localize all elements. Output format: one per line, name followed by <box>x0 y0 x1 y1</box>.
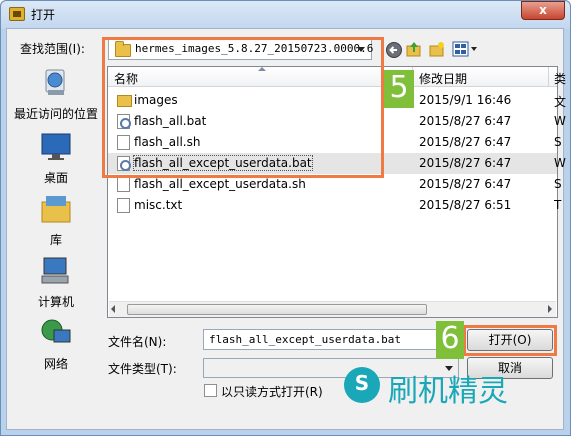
title-bar[interactable]: 打开 x <box>1 1 570 29</box>
readonly-checkbox[interactable] <box>204 384 217 397</box>
column-modified[interactable]: 修改日期 <box>419 70 467 87</box>
file-icon <box>117 177 130 192</box>
up-folder-icon[interactable] <box>405 40 423 58</box>
list-item[interactable]: flash_all.bat 2015/8/27 6:47 W <box>108 111 566 132</box>
scroll-right-icon[interactable] <box>548 305 552 313</box>
place-desktop[interactable]: 桌面 <box>8 132 104 186</box>
list-item[interactable]: misc.txt 2015/8/27 6:51 T <box>108 195 561 216</box>
view-menu-icon[interactable] <box>452 40 480 58</box>
list-item[interactable]: flash_all_except_userdata.sh 2015/8/27 6… <box>108 174 562 195</box>
scroll-left-icon[interactable] <box>111 305 115 313</box>
lookin-combo[interactable]: hermes_images_5.8.27_20150723.0000.6 <box>108 38 374 60</box>
folder-icon <box>117 95 132 107</box>
horizontal-scrollbar[interactable] <box>109 301 556 317</box>
place-computer[interactable]: 计算机 <box>8 256 104 310</box>
close-button[interactable]: x <box>521 1 565 20</box>
list-item-selected[interactable]: flash_all_except_userdata.bat 2015/8/27 … <box>108 153 566 174</box>
filename-label: 文件名(N): <box>108 335 167 349</box>
place-label: 库 <box>49 233 62 247</box>
list-item[interactable]: flash_all.sh 2015/8/27 6:47 S <box>108 132 562 153</box>
list-header: 名称 修改日期 类 <box>108 67 566 87</box>
place-label: 最近访问的位置 <box>13 107 98 121</box>
step-5-badge: 5 <box>384 70 414 108</box>
recent-places-icon <box>45 69 65 95</box>
watermark-text: 刷机精灵 <box>388 374 508 409</box>
libraries-icon <box>41 196 71 223</box>
place-recent[interactable]: 最近访问的位置 <box>8 68 104 122</box>
desktop-icon <box>41 133 71 160</box>
place-libraries[interactable]: 库 <box>8 194 104 248</box>
file-icon <box>117 135 130 150</box>
folder-icon <box>115 41 131 57</box>
filename-input[interactable]: flash_all_except_userdata.bat <box>203 329 459 350</box>
open-button[interactable]: 打开(O) <box>467 329 553 351</box>
readonly-label: 以只读方式打开(R) <box>221 385 323 399</box>
lookin-path: hermes_images_5.8.27_20150723.0000.6 <box>135 42 374 55</box>
place-label: 桌面 <box>43 171 68 185</box>
column-type[interactable]: 类 <box>554 70 566 87</box>
app-icon <box>9 7 25 21</box>
sort-ascending-icon <box>258 67 266 71</box>
chevron-down-icon[interactable] <box>357 47 365 52</box>
place-label: 网络 <box>43 357 68 371</box>
batch-file-icon <box>117 156 131 171</box>
window-title: 打开 <box>31 8 56 22</box>
new-folder-icon[interactable] <box>428 40 446 58</box>
file-icon <box>117 198 130 213</box>
watermark-logo-icon <box>344 367 380 403</box>
place-network[interactable]: 网络 <box>8 318 104 372</box>
scroll-thumb[interactable] <box>127 304 427 315</box>
column-name[interactable]: 名称 <box>114 70 138 87</box>
place-label: 计算机 <box>37 295 74 309</box>
list-item[interactable]: images 2015/9/1 16:46 文 <box>108 90 566 111</box>
step-6-badge: 6 <box>436 321 464 359</box>
computer-icon <box>41 257 69 284</box>
file-list[interactable]: 名称 修改日期 类 images 2015/9/1 16:46 文 flash_… <box>107 66 566 318</box>
network-icon <box>41 319 71 343</box>
filetype-label: 文件类型(T): <box>108 362 177 376</box>
lookin-label: 查找范围(I): <box>20 42 85 56</box>
batch-file-icon <box>117 114 131 129</box>
back-icon[interactable] <box>385 41 403 59</box>
places-bar: 最近访问的位置 桌面 库 计算机 网络 <box>8 62 104 371</box>
